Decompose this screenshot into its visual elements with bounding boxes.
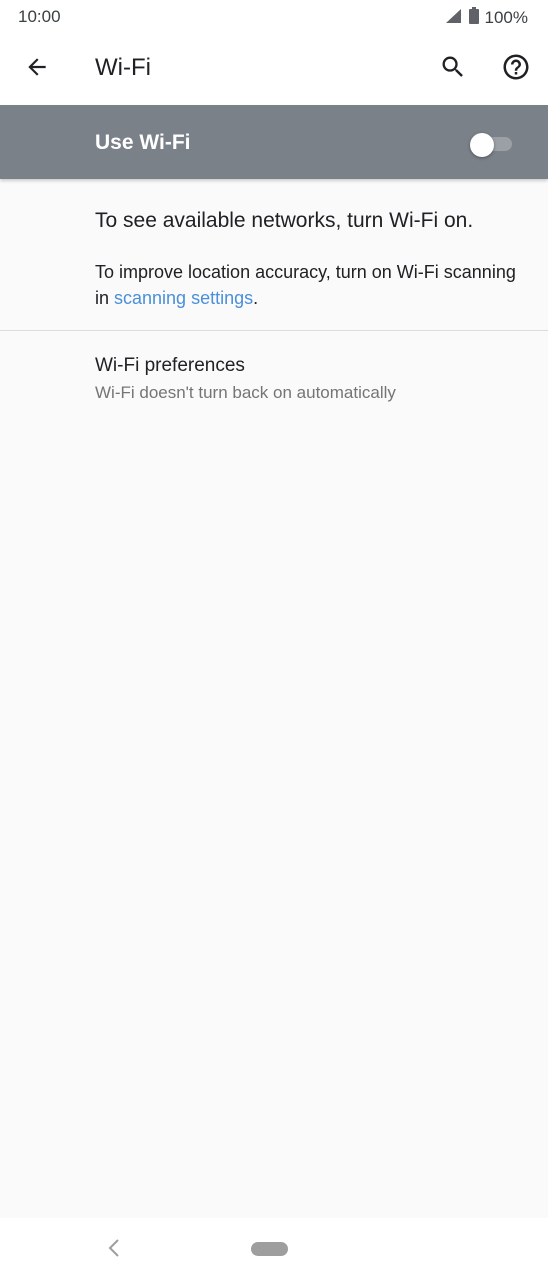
battery-icon <box>468 7 479 29</box>
app-bar: Wi-Fi <box>0 34 548 105</box>
chevron-left-icon <box>106 1237 122 1264</box>
scanning-hint: To improve location accuracy, turn on Wi… <box>95 259 525 311</box>
help-button[interactable] <box>496 49 536 89</box>
page-title: Wi-Fi <box>95 54 151 81</box>
search-button[interactable] <box>433 49 473 89</box>
back-button[interactable] <box>17 49 57 89</box>
wifi-toggle[interactable] <box>470 133 512 157</box>
wifi-off-message: To see available networks, turn Wi-Fi on… <box>95 209 474 232</box>
wifi-preferences-item[interactable]: Wi-Fi preferences Wi-Fi doesn't turn bac… <box>0 340 548 416</box>
wifi-preferences-title: Wi-Fi preferences <box>95 355 245 376</box>
hint-suffix: . <box>253 288 259 308</box>
divider <box>0 330 548 331</box>
status-bar: 10:00 100% <box>0 0 548 34</box>
wifi-settings-screen: 10:00 100% Wi-Fi Use Wi-Fi To see availa… <box>0 0 548 1282</box>
use-wifi-switch-bar[interactable]: Use Wi-Fi <box>0 105 548 179</box>
signal-icon <box>445 8 463 29</box>
navigation-bar <box>0 1218 548 1282</box>
toggle-thumb <box>470 133 494 157</box>
status-time: 10:00 <box>18 7 61 26</box>
scanning-settings-link[interactable]: scanning settings <box>114 288 253 308</box>
search-icon <box>439 53 467 86</box>
use-wifi-label: Use Wi-Fi <box>95 131 191 154</box>
status-icons: 100% <box>445 7 528 29</box>
home-pill-button[interactable] <box>251 1242 288 1256</box>
back-arrow-icon <box>24 54 50 85</box>
help-icon <box>501 52 531 87</box>
nav-back-button[interactable] <box>100 1236 128 1264</box>
battery-percent: 100% <box>484 8 528 27</box>
wifi-preferences-summary: Wi-Fi doesn't turn back on automatically <box>95 383 396 402</box>
